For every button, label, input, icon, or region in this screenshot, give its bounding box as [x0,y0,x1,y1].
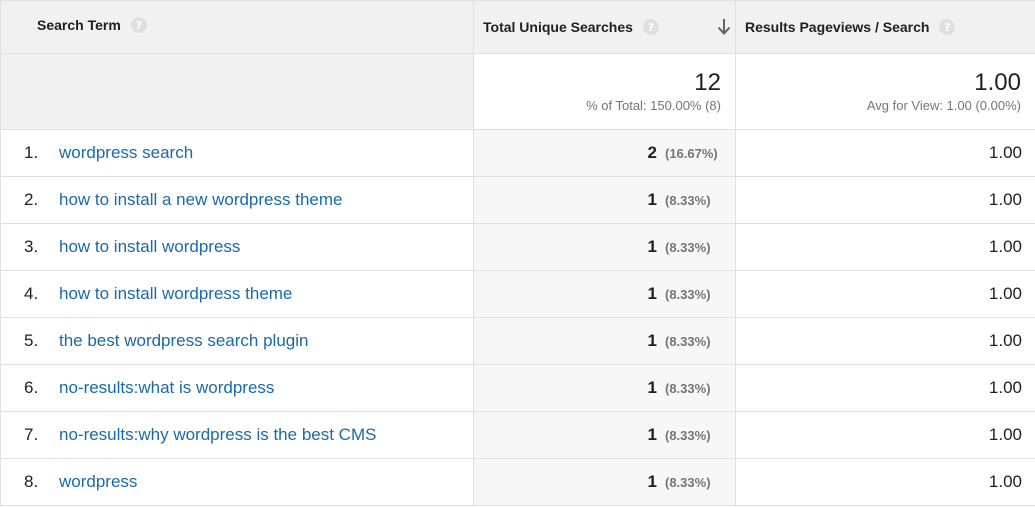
table-row: 7. no-results:why wordpress is the best C… [0,411,1035,459]
unique-searches-cell: 1 (8.33%) [473,270,736,318]
row-index: 1. [24,143,39,162]
unique-searches-percent: (8.33%) [665,193,711,208]
unique-searches-cell: 1 (8.33%) [473,223,736,271]
table-row: 6. no-results:what is wordpress 1 (8.33%) 1.… [0,364,1035,412]
search-term-link[interactable]: wordpress [59,472,137,491]
unique-searches-value: 1 [647,331,657,350]
pageviews-per-search-cell: 1.00 [735,176,1035,224]
search-term-cell: 2. how to install a new wordpress theme [0,176,474,224]
search-term-cell: 7. no-results:why wordpress is the best C… [0,411,474,459]
unique-searches-value: 1 [647,237,657,256]
unique-searches-percent: (8.33%) [665,334,711,349]
table-row: 3. how to install wordpress 1 (8.33%) 1.00 [0,223,1035,271]
search-term-link[interactable]: how to install a new wordpress theme [59,190,342,209]
search-term-link[interactable]: wordpress search [59,143,193,162]
unique-searches-percent: (16.67%) [665,146,718,161]
column-header-search-term[interactable]: Search Term ? [0,0,474,54]
totals-value: 1.00 [974,69,1021,96]
unique-searches-value: 1 [647,190,657,209]
sort-descending-icon[interactable] [717,18,731,36]
table-row: 2. how to install a new wordpress theme 1 (… [0,176,1035,224]
table-row: 8. wordpress 1 (8.33%) 1.00 [0,458,1035,506]
pageviews-per-search-cell: 1.00 [735,458,1035,506]
unique-searches-cell: 2 (16.67%) [473,129,736,177]
search-term-cell: 5. the best wordpress search plugin [0,317,474,365]
help-icon[interactable]: ? [130,17,147,33]
unique-searches-percent: (8.33%) [665,475,711,490]
pageviews-per-search-cell: 1.00 [735,317,1035,365]
unique-searches-cell: 1 (8.33%) [473,176,736,224]
unique-searches-value: 1 [647,378,657,397]
unique-searches-cell: 1 (8.33%) [473,411,736,459]
column-header-label: Search Term [37,17,121,33]
row-index: 4. [24,284,39,303]
row-index: 8. [24,472,39,491]
unique-searches-cell: 1 (8.33%) [473,364,736,412]
unique-searches-cell: 1 (8.33%) [473,317,736,365]
search-term-link[interactable]: how to install wordpress [59,237,240,256]
search-terms-table: Search Term ? Total Unique Searches ? Re… [0,0,1035,506]
unique-searches-value: 1 [647,472,657,491]
unique-searches-percent: (8.33%) [665,240,711,255]
unique-searches-percent: (8.33%) [665,428,711,443]
search-term-cell: 6. no-results:what is wordpress [0,364,474,412]
totals-label-cell [0,53,474,130]
unique-searches-percent: (8.33%) [665,381,711,396]
pageviews-per-search-cell: 1.00 [735,223,1035,271]
table-header-row: Search Term ? Total Unique Searches ? Re… [0,0,1035,54]
column-header-results-pageviews[interactable]: Results Pageviews / Search ? [735,0,1035,54]
column-header-label: Results Pageviews / Search [745,19,930,35]
search-term-cell: 8. wordpress [0,458,474,506]
unique-searches-cell: 1 (8.33%) [473,458,736,506]
pageviews-per-search-cell: 1.00 [735,411,1035,459]
row-index: 5. [24,331,39,350]
row-index: 2. [24,190,39,209]
pageviews-per-search-cell: 1.00 [735,129,1035,177]
pageviews-per-search-cell: 1.00 [735,270,1035,318]
help-icon[interactable]: ? [939,19,956,35]
row-index: 7. [24,425,39,444]
row-index: 3. [24,237,39,256]
totals-unique-searches: 12 % of Total: 150.00% (8) [473,53,736,130]
search-term-cell: 4. how to install wordpress theme [0,270,474,318]
search-term-link[interactable]: how to install wordpress theme [59,284,292,303]
pageviews-per-search-cell: 1.00 [735,364,1035,412]
table-row: 5. the best wordpress search plugin 1 (8.33… [0,317,1035,365]
unique-searches-value: 1 [647,425,657,444]
row-index: 6. [24,378,39,397]
unique-searches-percent: (8.33%) [665,287,711,302]
totals-subtext: Avg for View: 1.00 (0.00%) [866,98,1021,113]
help-icon[interactable]: ? [642,19,659,35]
unique-searches-value: 1 [647,284,657,303]
search-term-cell: 3. how to install wordpress [0,223,474,271]
table-row: 4. how to install wordpress theme 1 (8.33%)… [0,270,1035,318]
search-term-link[interactable]: no-results:what is wordpress [59,378,274,397]
totals-row: 12 % of Total: 150.00% (8) 1.00 Avg for … [0,53,1035,130]
totals-pageviews-per-search: 1.00 Avg for View: 1.00 (0.00%) [735,53,1035,130]
search-term-link[interactable]: no-results:why wordpress is the best CMS [59,425,376,444]
unique-searches-value: 2 [647,143,657,162]
table-row: 1. wordpress search 2 (16.67%) 1.00 [0,129,1035,177]
search-term-link[interactable]: the best wordpress search plugin [59,331,308,350]
totals-value: 12 [694,69,721,96]
column-header-total-unique-searches[interactable]: Total Unique Searches ? [473,0,736,54]
totals-subtext: % of Total: 150.00% (8) [586,98,721,113]
column-header-label: Total Unique Searches [483,19,633,35]
search-term-cell: 1. wordpress search [0,129,474,177]
